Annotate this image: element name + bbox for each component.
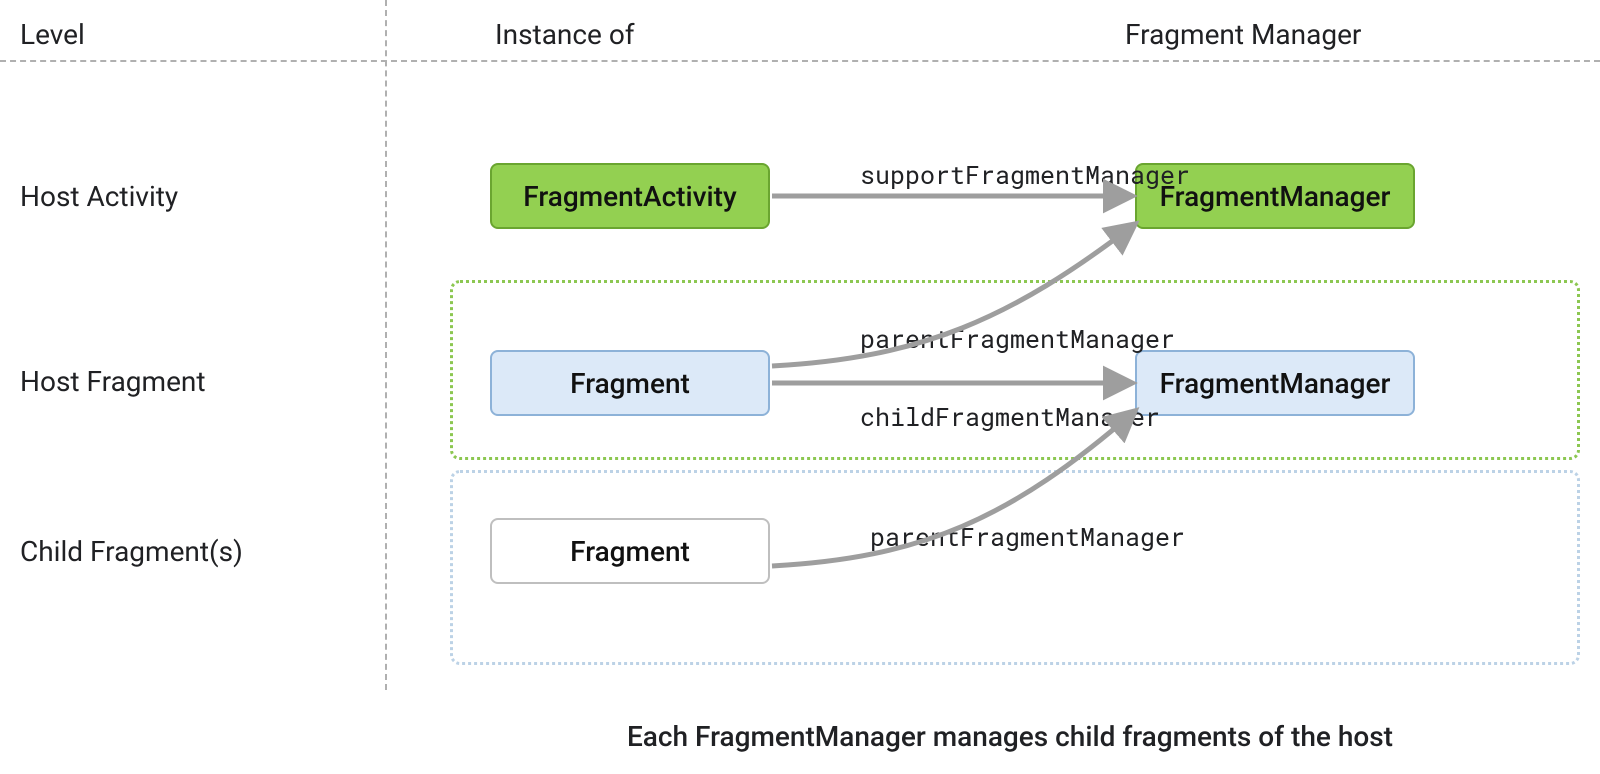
level-column-divider	[385, 0, 387, 690]
diagram-caption: Each FragmentManager manages child fragm…	[535, 720, 1485, 753]
box-fragment-host: Fragment	[490, 350, 770, 416]
box-fragment-child: Fragment	[490, 518, 770, 584]
arrow-label-parent-fm-1: parentFragmentManager	[860, 322, 1175, 355]
level-child-fragments: Child Fragment(s)	[20, 535, 243, 568]
header-level: Level	[20, 18, 85, 51]
box-fragment-activity: FragmentActivity	[490, 163, 770, 229]
diagram-stage: Level Instance of Fragment Manager Host …	[0, 0, 1600, 774]
header-fragment-manager: Fragment Manager	[1125, 18, 1361, 51]
box-fragment-manager-mid: FragmentManager	[1135, 350, 1415, 416]
header-instance-of: Instance of	[495, 18, 635, 51]
level-host-fragment: Host Fragment	[20, 365, 206, 398]
header-divider	[0, 60, 1600, 62]
level-host-activity: Host Activity	[20, 180, 178, 213]
arrow-label-child-fm: childFragmentManager	[860, 400, 1160, 433]
arrow-label-support-fm: supportFragmentManager	[860, 158, 1190, 191]
arrow-label-parent-fm-2: parentFragmentManager	[870, 520, 1185, 553]
